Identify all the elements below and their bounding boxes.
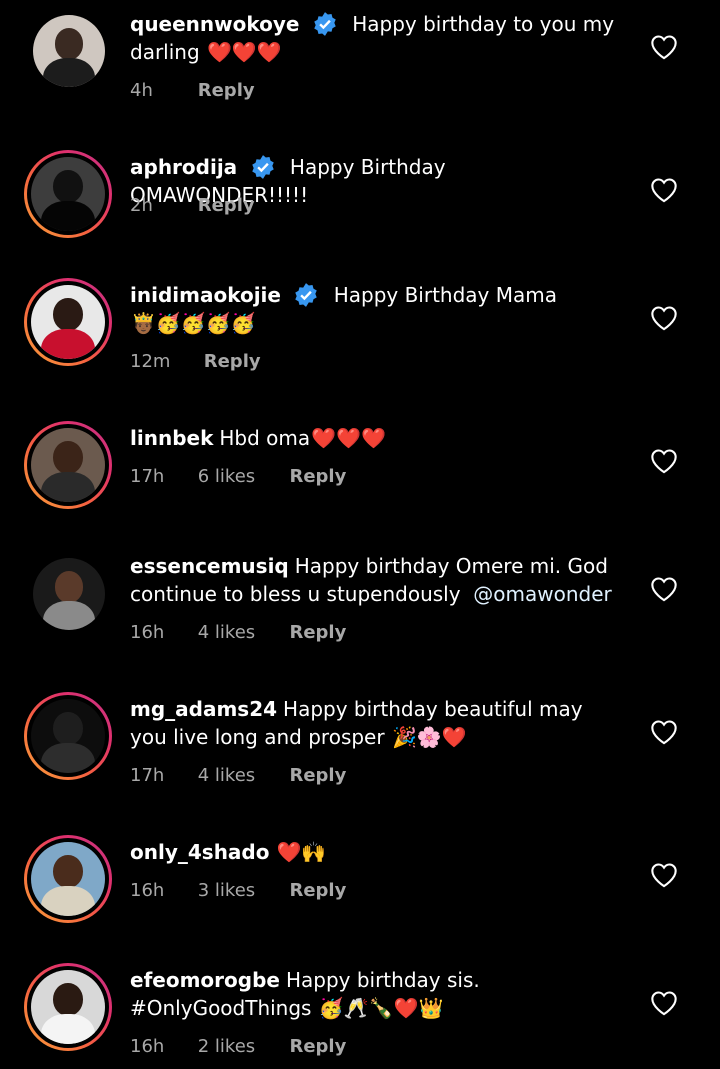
comment-time: 4h: [130, 80, 153, 101]
comment-emojis: 🥳🥂🍾❤️👑: [318, 996, 444, 1020]
comment-text-block: mg_adams24 Happy birthday beautiful may y…: [130, 695, 625, 751]
heart-outline-icon[interactable]: [650, 448, 678, 474]
comment-body: Happy Birthday Mama: [333, 283, 557, 307]
comment-text-block: essencemusiq Happy birthday Omere mi. God…: [130, 552, 625, 608]
comment-meta: 16h 2 likes Reply: [130, 1036, 346, 1057]
heart-outline-icon[interactable]: [650, 990, 678, 1016]
comment-emojis: ❤️❤️❤️: [311, 426, 386, 450]
verified-badge-icon: [295, 283, 318, 307]
avatar[interactable]: [24, 963, 112, 1051]
comment-meta: 12m Reply: [130, 351, 261, 372]
comment-time: 16h: [130, 880, 165, 901]
reply-button[interactable]: Reply: [289, 1036, 346, 1057]
like-count[interactable]: 2 likes: [198, 1036, 284, 1057]
comment-username[interactable]: efeomorogbe: [130, 968, 280, 992]
like-count[interactable]: 4 likes: [198, 622, 284, 643]
comment-text-block: queennwokoye Happy birthday to you my da…: [130, 10, 625, 66]
avatar[interactable]: [24, 278, 112, 366]
reply-button[interactable]: Reply: [289, 765, 346, 786]
reply-button[interactable]: Reply: [289, 880, 346, 901]
comment-time: 12m: [130, 351, 171, 372]
heart-outline-icon[interactable]: [650, 719, 678, 745]
comment-username[interactable]: essencemusiq: [130, 554, 289, 578]
avatar[interactable]: [24, 150, 112, 238]
comment-time: 16h: [130, 622, 165, 643]
comment-emojis: 🎉🌸❤️: [391, 725, 467, 749]
reply-button[interactable]: Reply: [289, 466, 346, 487]
comment-time: 2h: [130, 195, 153, 216]
comment-meta: 16h 3 likes Reply: [130, 880, 346, 901]
comment-emojis: ❤️❤️❤️: [207, 40, 282, 64]
heart-outline-icon[interactable]: [650, 576, 678, 602]
like-count[interactable]: 3 likes: [198, 880, 284, 901]
comment-username[interactable]: queennwokoye: [130, 12, 299, 36]
comment-emojis: 🤴🏾🥳🥳🥳🥳: [131, 311, 256, 335]
verified-badge-icon: [314, 12, 336, 36]
heart-outline-icon[interactable]: [650, 34, 678, 60]
like-count[interactable]: 6 likes: [198, 466, 284, 487]
heart-outline-icon[interactable]: [650, 305, 678, 331]
reply-button[interactable]: Reply: [289, 622, 346, 643]
comment-meta: 4h Reply: [130, 80, 255, 101]
comment-meta: 17h 4 likes Reply: [130, 765, 346, 786]
avatar[interactable]: [24, 692, 112, 780]
reply-button[interactable]: Reply: [204, 351, 261, 372]
reply-button[interactable]: Reply: [198, 80, 255, 101]
comment-body: Hbd oma: [219, 426, 311, 450]
avatar[interactable]: [33, 15, 105, 87]
comment-text-block: efeomorogbe Happy birthday sis. #OnlyGood…: [130, 966, 625, 1022]
comment-username[interactable]: inidimaokojie: [130, 283, 281, 307]
heart-outline-icon[interactable]: [650, 177, 678, 203]
mention-link[interactable]: @omawonder: [473, 582, 611, 606]
comment-username[interactable]: aphrodija: [130, 155, 237, 179]
avatar[interactable]: [33, 558, 105, 630]
comment-username[interactable]: only_4shado: [130, 840, 269, 864]
comment-emojis: ❤️🙌: [276, 840, 327, 864]
avatar[interactable]: [24, 421, 112, 509]
comment-text-block: only_4shado ❤️🙌: [130, 838, 625, 866]
comment-time: 16h: [130, 1036, 165, 1057]
comment-text-block: linnbek Hbd oma❤️❤️❤️: [130, 424, 625, 452]
comment-meta: 16h 4 likes Reply: [130, 622, 346, 643]
comment-username[interactable]: mg_adams24: [130, 697, 277, 721]
verified-badge-icon: [251, 155, 274, 179]
like-count[interactable]: 4 likes: [198, 765, 284, 786]
comment-username[interactable]: linnbek: [130, 426, 213, 450]
comment-meta: 17h 6 likes Reply: [130, 466, 346, 487]
heart-outline-icon[interactable]: [650, 862, 678, 888]
comment-time: 17h: [130, 765, 165, 786]
comment-text-block: inidimaokojie Happy Birthday Mama 🤴🏾🥳🥳🥳🥳: [130, 281, 625, 337]
comment-meta: 2h Reply: [130, 195, 255, 216]
reply-button[interactable]: Reply: [198, 195, 255, 216]
avatar[interactable]: [24, 835, 112, 923]
comment-time: 17h: [130, 466, 165, 487]
